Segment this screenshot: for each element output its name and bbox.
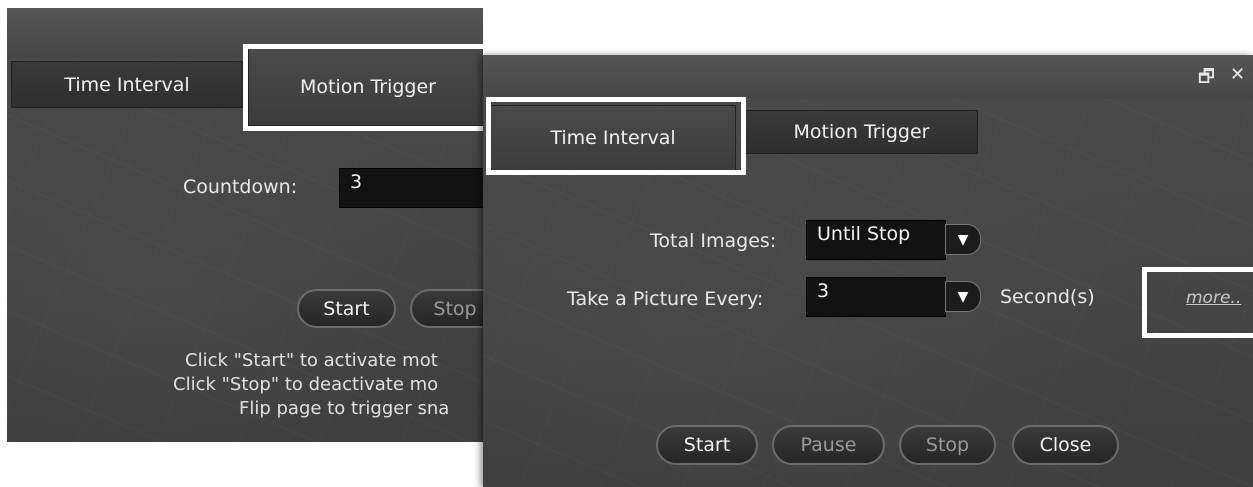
back-tab-time-interval[interactable]: Time Interval (11, 61, 243, 108)
back-stop-button[interactable]: Stop (410, 289, 483, 328)
more-link[interactable]: more.. (1186, 288, 1241, 308)
close-button-label: Close (1039, 434, 1092, 456)
pause-button[interactable]: Pause (772, 425, 885, 465)
back-start-button[interactable]: Start (297, 289, 396, 328)
front-dialog-titlebar (483, 55, 1253, 99)
interval-unit: Second(s) (1000, 286, 1095, 308)
countdown-field[interactable]: 3 (339, 168, 483, 208)
interval-field[interactable]: 3 (806, 277, 946, 317)
instruction-line-3: Flip page to trigger sna (239, 398, 450, 419)
total-images-label: Total Images: (650, 230, 777, 252)
front-tab-motion-trigger-label: Motion Trigger (793, 121, 930, 143)
interval-label: Take a Picture Every: (567, 288, 764, 310)
stop-button-label: Stop (925, 434, 970, 456)
total-images-value: Until Stop (817, 223, 911, 245)
front-dialog: 🗗 ✕ Time Interval Motion Trigger Total I… (483, 55, 1253, 487)
start-button[interactable]: Start (656, 425, 758, 465)
front-tab-time-interval-label: Time Interval (550, 127, 676, 149)
front-tab-time-interval[interactable]: Time Interval (490, 105, 736, 171)
back-tab-time-interval-label: Time Interval (64, 73, 190, 96)
pause-button-label: Pause (800, 434, 857, 456)
close-button[interactable]: Close (1012, 425, 1119, 465)
back-tab-motion-trigger[interactable]: Motion Trigger (248, 48, 483, 126)
back-dialog: Time Interval Motion Trigger Countdown: … (7, 8, 483, 442)
interval-value: 3 (817, 280, 830, 302)
restore-window-icon[interactable]: 🗗 (1198, 64, 1215, 94)
back-start-label: Start (323, 297, 370, 320)
instruction-line-1: Click "Start" to activate mot (185, 350, 438, 371)
total-images-dropdown-button[interactable]: ▼ (945, 224, 981, 255)
close-window-icon[interactable]: ✕ (1230, 64, 1245, 85)
back-tab-motion-trigger-label: Motion Trigger (300, 76, 436, 98)
stop-button[interactable]: Stop (899, 425, 996, 465)
chevron-down-icon: ▼ (957, 231, 969, 248)
countdown-value: 3 (350, 171, 363, 193)
front-tab-motion-trigger[interactable]: Motion Trigger (745, 110, 978, 154)
interval-dropdown-button[interactable]: ▼ (945, 281, 981, 312)
back-stop-label: Stop (433, 297, 477, 320)
total-images-field[interactable]: Until Stop (806, 220, 946, 260)
countdown-label: Countdown: (183, 176, 298, 198)
start-button-label: Start (683, 434, 731, 456)
chevron-down-icon: ▼ (957, 288, 969, 305)
instruction-line-2: Click "Stop" to deactivate mo (173, 374, 439, 395)
